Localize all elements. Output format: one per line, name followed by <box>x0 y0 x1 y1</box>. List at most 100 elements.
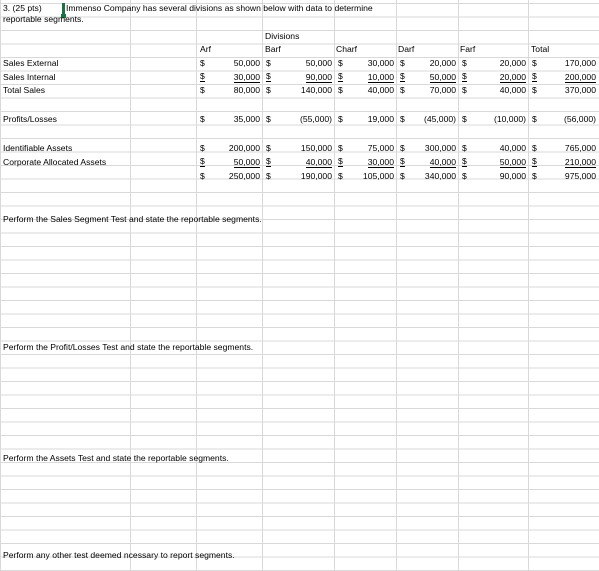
currency-symbol: $ <box>338 71 343 82</box>
cell-identifiable-assets-barf[interactable]: 150,000 <box>276 143 332 154</box>
cell-value: 50,000 <box>499 157 526 168</box>
currency-symbol: $ <box>400 143 405 153</box>
cell-identifiable-assets-farf[interactable]: 40,000 <box>470 143 526 154</box>
currency-symbol: $ <box>200 85 205 95</box>
column-header-arf: Arf <box>200 44 211 54</box>
prompt-profit-test[interactable]: Perform the Profit/Losses Test and state… <box>3 342 253 353</box>
row-label-sales-internal: Sales Internal <box>3 72 56 82</box>
column-divider <box>130 0 131 571</box>
cell-identifiable-assets-arf[interactable]: 200,000 <box>210 143 260 154</box>
column-divider <box>458 0 459 571</box>
problem-text[interactable]: Immenso Company has several divisions as… <box>66 3 373 14</box>
cell-sales-external-barf[interactable]: 50,000 <box>276 58 332 69</box>
row-label-corporate-allocated-assets: Corporate Allocated Assets <box>3 157 107 167</box>
prompt-other-test[interactable]: Perform any other test deemed ncessary t… <box>3 550 235 561</box>
cell-total-assets-charf[interactable]: 105,000 <box>346 171 394 182</box>
cell-sales-internal-farf[interactable]: 20,000 <box>470 72 526 83</box>
row-label-identifiable-assets: Identifiable Assets <box>3 143 73 153</box>
cell-profits-total[interactable]: (56,000) <box>540 114 596 125</box>
currency-symbol: $ <box>462 171 467 181</box>
cell-sales-internal-arf[interactable]: 30,000 <box>210 72 260 83</box>
cell-identifiable-assets-total[interactable]: 765,000 <box>540 143 596 154</box>
cell-profits-charf[interactable]: 19,000 <box>346 114 394 125</box>
currency-symbol: $ <box>200 114 205 124</box>
currency-symbol: $ <box>532 143 537 153</box>
cell-total-sales-charf[interactable]: 40,000 <box>346 85 394 96</box>
column-divider <box>262 0 263 571</box>
cell-corporate-assets-darf[interactable]: 40,000 <box>408 157 456 168</box>
cell-sales-external-arf[interactable]: 50,000 <box>210 58 260 69</box>
cell-identifiable-assets-charf[interactable]: 75,000 <box>346 143 394 154</box>
cell-profits-darf[interactable]: (45,000) <box>408 114 456 125</box>
cell-total-assets-arf[interactable]: 250,000 <box>210 171 260 182</box>
cell-profits-barf[interactable]: (55,000) <box>276 114 332 125</box>
currency-symbol: $ <box>266 156 271 167</box>
currency-symbol: $ <box>266 58 271 68</box>
row-label-profits-losses: Profits/Losses <box>3 114 57 124</box>
cell-total-assets-barf[interactable]: 190,000 <box>276 171 332 182</box>
column-divider <box>528 0 529 571</box>
currency-symbol: $ <box>462 58 467 68</box>
currency-symbol: $ <box>338 143 343 153</box>
column-divider <box>334 0 335 571</box>
currency-symbol: $ <box>532 156 537 167</box>
cell-total-sales-farf[interactable]: 40,000 <box>470 85 526 96</box>
column-divider <box>396 0 397 571</box>
cell-identifiable-assets-darf[interactable]: 300,000 <box>408 143 456 154</box>
cell-sales-internal-charf[interactable]: 10,000 <box>346 72 394 83</box>
cell-value: 50,000 <box>233 157 260 168</box>
currency-symbol: $ <box>400 114 405 124</box>
currency-symbol: $ <box>338 114 343 124</box>
cell-corporate-assets-charf[interactable]: 30,000 <box>346 157 394 168</box>
currency-symbol: $ <box>532 85 537 95</box>
cell-value: 10,000 <box>367 72 394 83</box>
cell-total-assets-darf[interactable]: 340,000 <box>408 171 456 182</box>
cell-value: 210,000 <box>564 157 596 168</box>
cell-profits-arf[interactable]: 35,000 <box>210 114 260 125</box>
column-header-darf: Darf <box>398 44 415 54</box>
cell-sales-internal-darf[interactable]: 50,000 <box>408 72 456 83</box>
cell-total-assets-farf[interactable]: 90,000 <box>470 171 526 182</box>
prompt-sales-test[interactable]: Perform the Sales Segment Test and state… <box>3 214 262 225</box>
currency-symbol: $ <box>266 71 271 82</box>
currency-symbol: $ <box>338 156 343 167</box>
cell-total-sales-darf[interactable]: 70,000 <box>408 85 456 96</box>
column-header-charf: Charf <box>336 44 358 54</box>
currency-symbol: $ <box>462 156 467 167</box>
currency-symbol: $ <box>200 143 205 153</box>
currency-symbol: $ <box>266 114 271 124</box>
cell-sales-external-total[interactable]: 170,000 <box>540 58 596 69</box>
currency-symbol: $ <box>400 171 405 181</box>
currency-symbol: $ <box>532 171 537 181</box>
cell-corporate-assets-arf[interactable]: 50,000 <box>210 157 260 168</box>
currency-symbol: $ <box>338 58 343 68</box>
column-header-total: Total <box>531 44 550 54</box>
cell-value: 40,000 <box>305 157 332 168</box>
currency-symbol: $ <box>266 85 271 95</box>
cell-sales-internal-total[interactable]: 200,000 <box>540 72 596 83</box>
cell-value: 50,000 <box>429 72 456 83</box>
currency-symbol: $ <box>200 71 205 82</box>
cell-total-sales-arf[interactable]: 80,000 <box>210 85 260 96</box>
cell-sales-external-farf[interactable]: 20,000 <box>470 58 526 69</box>
column-header-farf: Farf <box>460 44 476 54</box>
prompt-assets-test[interactable]: Perform the Assets Test and state the re… <box>3 453 229 464</box>
currency-symbol: $ <box>200 58 205 68</box>
cell-profits-farf[interactable]: (10,000) <box>470 114 526 125</box>
cell-corporate-assets-total[interactable]: 210,000 <box>540 157 596 168</box>
cell-total-sales-total[interactable]: 370,000 <box>540 85 596 96</box>
currency-symbol: $ <box>532 114 537 124</box>
cell-value: 40,000 <box>429 157 456 168</box>
currency-symbol: $ <box>338 171 343 181</box>
currency-symbol: $ <box>532 71 537 82</box>
cell-sales-external-charf[interactable]: 30,000 <box>346 58 394 69</box>
cell-sales-internal-barf[interactable]: 90,000 <box>276 72 332 83</box>
cell-total-assets-total[interactable]: 975,000 <box>540 171 596 182</box>
cell-corporate-assets-barf[interactable]: 40,000 <box>276 157 332 168</box>
currency-symbol: $ <box>266 171 271 181</box>
cell-total-sales-barf[interactable]: 140,000 <box>276 85 332 96</box>
cell-corporate-assets-farf[interactable]: 50,000 <box>470 157 526 168</box>
currency-symbol: $ <box>462 71 467 82</box>
currency-symbol: $ <box>200 171 205 181</box>
cell-sales-external-darf[interactable]: 20,000 <box>408 58 456 69</box>
